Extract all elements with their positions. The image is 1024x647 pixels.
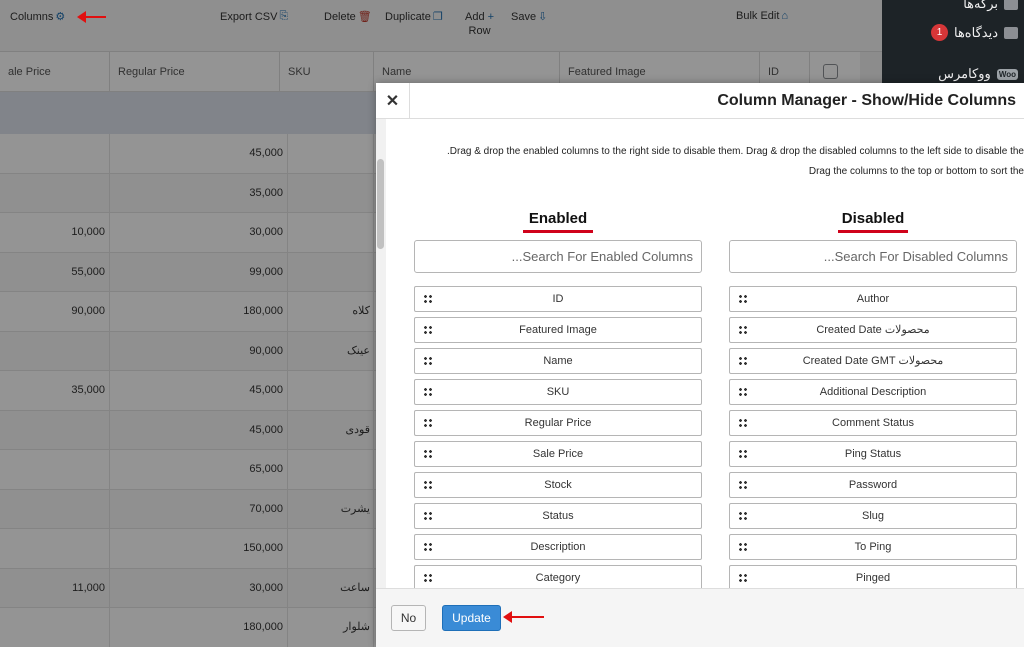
pages-icon [1004,0,1018,10]
disabled-column-item[interactable]: Created Date محصولات [729,317,1017,343]
disabled-column-item[interactable]: Password [729,472,1017,498]
disabled-column-label: To Ping [854,541,892,553]
update-button[interactable]: Update [442,605,501,631]
disabled-column-label: Comment Status [832,417,914,429]
disabled-underline [838,230,908,233]
drag-handle-icon[interactable] [423,511,432,520]
drag-handle-icon[interactable] [423,325,432,334]
drag-handle-icon[interactable] [738,511,747,520]
drag-handle-icon[interactable] [423,418,432,427]
disabled-column-label: Created Date GMT محصولات [802,355,944,367]
disabled-column-item[interactable]: Comment Status [729,410,1017,436]
enabled-column-item[interactable]: Status [414,503,702,529]
drag-handle-icon[interactable] [738,542,747,551]
enabled-column-item[interactable]: Regular Price [414,410,702,436]
enabled-column-item[interactable]: SKU [414,379,702,405]
drag-handle-icon[interactable] [423,480,432,489]
disabled-column-label: Author [856,293,890,305]
instruction-text-2: Drag the columns to the top or bottom to… [808,166,1024,177]
sidebar-item-comments[interactable]: دیدگاه‌ها 1 [930,24,1018,41]
enabled-underline [523,230,593,233]
sidebar-item-comments-label: دیدگاه‌ها [953,24,998,40]
disabled-column-label: Slug [861,510,885,522]
sidebar-item-pages[interactable]: برگه‌ها [963,0,1018,12]
annotation-arrow-update [503,611,544,623]
column-manager-modal: ✕ Column Manager - Show/Hide Columns .Dr… [376,83,1024,647]
drag-handle-icon[interactable] [423,356,432,365]
enabled-column-label: Name [543,355,573,367]
enabled-column-item[interactable]: ID [414,286,702,312]
enabled-columns-list: ID Featured Image Name SKU Regular Price Sale… [414,286,702,596]
enabled-heading-text: Enabled [528,210,588,227]
enabled-column-item[interactable]: Description [414,534,702,560]
disabled-column-item[interactable]: Author [729,286,1017,312]
enabled-column-label: Regular Price [524,417,592,429]
drag-handle-icon[interactable] [738,356,747,365]
disabled-column-item[interactable]: Ping Status [729,441,1017,467]
modal-scrollbar[interactable] [376,119,386,588]
drag-handle-icon[interactable] [738,480,747,489]
enabled-column-label: Stock [544,479,572,491]
disabled-column-label: Additional Description [819,386,927,398]
modal-title: Column Manager - Show/Hide Columns [717,92,1016,109]
disabled-column-item[interactable]: Slug [729,503,1017,529]
enabled-search-input[interactable] [414,240,702,273]
disabled-heading: Disabled [729,210,1017,233]
modal-footer: No Update [376,588,1024,647]
comments-icon [1004,26,1018,39]
drag-handle-icon[interactable] [738,418,747,427]
enabled-column-item[interactable]: Sale Price [414,441,702,467]
sidebar-item-woocommerce-label: ووکامرس [938,66,991,81]
enabled-heading: Enabled [414,210,702,233]
disabled-column-item[interactable]: Additional Description [729,379,1017,405]
enabled-column-item[interactable]: Stock [414,472,702,498]
disabled-heading-text: Disabled [841,210,905,227]
modal-scrollbar-thumb[interactable] [377,159,384,249]
disabled-column-label: Ping Status [844,448,902,460]
instruction-text-1: .Drag & drop the enabled columns to the … [446,146,1024,157]
enabled-column-item[interactable]: Featured Image [414,317,702,343]
drag-handle-icon[interactable] [738,325,747,334]
enabled-column-label: Featured Image [519,324,597,336]
enabled-column-label: Description [530,541,586,553]
comments-count-badge: 1 [930,24,948,41]
sidebar-item-pages-label: برگه‌ها [963,0,998,11]
disabled-column-label: Pinged [855,572,891,584]
disabled-column-item[interactable]: To Ping [729,534,1017,560]
enabled-column-label: ID [552,293,564,305]
no-button[interactable]: No [391,605,426,631]
drag-handle-icon[interactable] [738,294,747,303]
drag-handle-icon[interactable] [738,573,747,582]
disabled-column-label: Password [848,479,898,491]
drag-handle-icon[interactable] [423,449,432,458]
disabled-columns-list: Author Created Date محصولات Created Date G… [729,286,1017,596]
close-icon[interactable]: ✕ [376,83,410,119]
enabled-column-label: SKU [546,386,570,398]
enabled-column-label: Status [542,510,574,522]
drag-handle-icon[interactable] [738,449,747,458]
enabled-column-label: Category [535,572,581,584]
drag-handle-icon[interactable] [423,294,432,303]
drag-handle-icon[interactable] [423,573,432,582]
drag-handle-icon[interactable] [423,387,432,396]
woocommerce-icon: Woo [996,68,1018,80]
disabled-column-label: Created Date محصولات [816,324,930,336]
drag-handle-icon[interactable] [738,387,747,396]
sidebar-item-woocommerce[interactable]: Woo ووکامرس [938,66,1018,82]
enabled-column-item[interactable]: Name [414,348,702,374]
disabled-column-item[interactable]: Created Date GMT محصولات [729,348,1017,374]
drag-handle-icon[interactable] [423,542,432,551]
modal-header: ✕ Column Manager - Show/Hide Columns [376,83,1024,119]
disabled-search-input[interactable] [729,240,1017,273]
enabled-column-label: Sale Price [532,448,584,460]
annotation-arrow-columns [77,11,106,23]
